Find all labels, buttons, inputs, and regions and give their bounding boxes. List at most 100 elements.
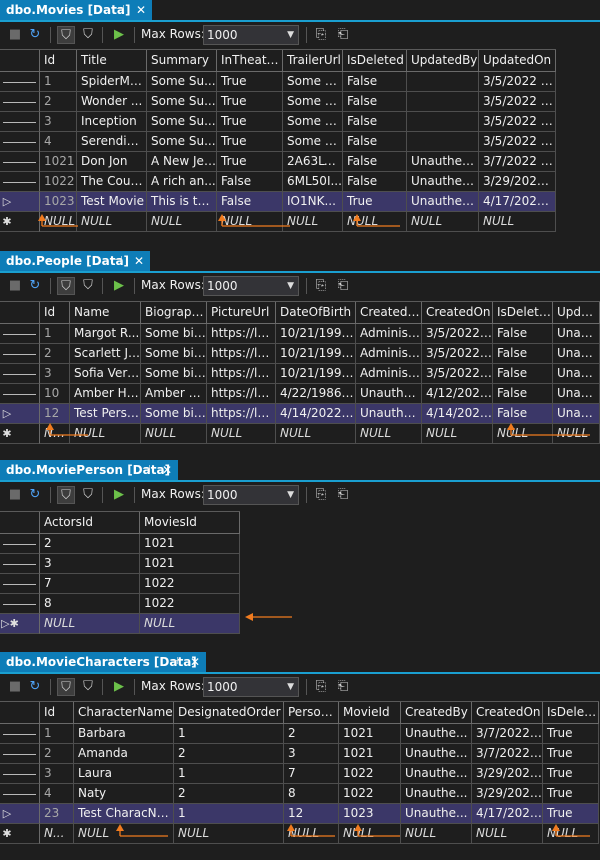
filter-icon[interactable]: ⛉ bbox=[79, 277, 97, 295]
table-cell[interactable]: Test Person bbox=[70, 404, 141, 424]
table-cell[interactable]: 10 bbox=[40, 384, 70, 404]
table-cell[interactable]: 10/21/1995 ... bbox=[276, 364, 356, 384]
table-cell[interactable]: False bbox=[343, 132, 407, 152]
table-cell[interactable]: Scarlett Jo... bbox=[70, 344, 141, 364]
null-cell[interactable]: NULL bbox=[141, 424, 207, 444]
column-header[interactable]: CreatedBy bbox=[401, 702, 472, 724]
table-cell[interactable]: The Coun... bbox=[77, 172, 147, 192]
table-cell[interactable] bbox=[407, 132, 479, 152]
table-cell[interactable]: 4/14/2022 1... bbox=[276, 404, 356, 424]
script-icon[interactable]: ⎘ bbox=[312, 486, 330, 504]
script-file-icon[interactable]: ⎗ bbox=[334, 486, 352, 504]
table-cell[interactable]: Unauthe... bbox=[401, 744, 472, 764]
stop-icon[interactable]: ■ bbox=[6, 486, 24, 504]
table-cell[interactable]: Some Tr... bbox=[283, 72, 343, 92]
column-header[interactable]: TrailerUrl bbox=[283, 50, 343, 72]
column-header[interactable]: Id bbox=[40, 702, 74, 724]
table-cell[interactable]: 3/5/2022 1... bbox=[479, 72, 556, 92]
table-cell[interactable]: 1023 bbox=[339, 804, 401, 824]
table-cell[interactable]: 3/5/2022 ... bbox=[422, 364, 493, 384]
table-cell[interactable]: 1021 bbox=[339, 724, 401, 744]
column-header[interactable]: CharacterName bbox=[74, 702, 174, 724]
table-cell[interactable]: Some Su... bbox=[147, 72, 217, 92]
table-cell[interactable]: Unauthe... bbox=[401, 804, 472, 824]
table-cell[interactable]: 1022 bbox=[339, 784, 401, 804]
table-cell[interactable]: 1021 bbox=[140, 554, 240, 574]
table-cell[interactable]: Unauthent... bbox=[407, 152, 479, 172]
table-cell[interactable]: True bbox=[217, 112, 283, 132]
table-cell[interactable]: True bbox=[543, 744, 599, 764]
close-icon[interactable]: ✕ bbox=[162, 460, 172, 480]
table-cell[interactable]: Amber L... bbox=[141, 384, 207, 404]
table-cell[interactable]: Wonder ... bbox=[77, 92, 147, 112]
stop-icon[interactable]: ■ bbox=[6, 277, 24, 295]
column-header[interactable]: PersonId bbox=[284, 702, 339, 724]
null-cell[interactable]: NULL bbox=[207, 424, 276, 444]
table-cell[interactable]: Some Su... bbox=[147, 112, 217, 132]
filter-toggle-icon[interactable]: ⛉ bbox=[57, 486, 75, 504]
filter-toggle-icon[interactable]: ⛉ bbox=[57, 277, 75, 295]
table-cell[interactable]: Some Tr... bbox=[283, 92, 343, 112]
table-cell[interactable]: True bbox=[543, 724, 599, 744]
table-cell[interactable]: 1 bbox=[174, 724, 284, 744]
table-cell[interactable]: False bbox=[343, 152, 407, 172]
column-header[interactable]: IsDeleted bbox=[343, 50, 407, 72]
table-cell[interactable]: 7 bbox=[40, 574, 140, 594]
table-cell[interactable]: 3/5/2022 1... bbox=[479, 92, 556, 112]
grid-corner[interactable] bbox=[0, 50, 40, 72]
table-cell[interactable]: Administ... bbox=[356, 364, 422, 384]
table-cell[interactable]: Some bio... bbox=[141, 404, 207, 424]
max-rows-select[interactable]: 1000 ▼ bbox=[203, 677, 299, 697]
table-cell[interactable]: 3 bbox=[40, 364, 70, 384]
table-cell[interactable]: 3/7/2022 1... bbox=[472, 724, 543, 744]
table-cell[interactable]: 1 bbox=[174, 804, 284, 824]
column-header[interactable]: ActorsId bbox=[40, 512, 140, 534]
row-header[interactable] bbox=[0, 784, 40, 804]
table-cell[interactable]: https://lo... bbox=[207, 324, 276, 344]
table-cell[interactable]: SpiderMa... bbox=[77, 72, 147, 92]
table-cell[interactable]: False bbox=[493, 364, 553, 384]
grid-corner[interactable] bbox=[0, 512, 40, 534]
table-cell[interactable]: 10/21/1995 ... bbox=[276, 324, 356, 344]
script-file-icon[interactable]: ⎗ bbox=[334, 678, 352, 696]
table-cell[interactable]: Some Su... bbox=[147, 92, 217, 112]
row-header[interactable] bbox=[0, 92, 40, 112]
column-header[interactable]: CreatedOn bbox=[472, 702, 543, 724]
table-cell[interactable]: Barbara bbox=[74, 724, 174, 744]
table-cell[interactable]: This is the... bbox=[147, 192, 217, 212]
table-cell[interactable]: Unauth bbox=[553, 384, 600, 404]
table-cell[interactable]: 1 bbox=[40, 72, 77, 92]
table-cell[interactable]: 3/7/2022 1... bbox=[472, 744, 543, 764]
refresh-icon[interactable]: ↻ bbox=[26, 277, 44, 295]
close-icon[interactable]: ✕ bbox=[190, 652, 200, 672]
row-header[interactable] bbox=[0, 724, 40, 744]
table-cell[interactable]: Sofia Verg... bbox=[70, 364, 141, 384]
pin-icon[interactable]: ⊣ bbox=[114, 251, 123, 271]
row-header[interactable] bbox=[0, 384, 40, 404]
document-tab[interactable]: dbo.MovieCharacters [Data] ⊣ ✕ bbox=[0, 652, 206, 672]
table-cell[interactable]: 3/29/2022 ... bbox=[479, 172, 556, 192]
table-cell[interactable] bbox=[407, 72, 479, 92]
table-cell[interactable]: https://lo... bbox=[207, 404, 276, 424]
max-rows-select[interactable]: 1000 ▼ bbox=[203, 25, 299, 45]
column-header[interactable]: MoviesId bbox=[140, 512, 240, 534]
table-cell[interactable]: 3 bbox=[40, 112, 77, 132]
table-cell[interactable]: 3/5/2022 ... bbox=[422, 324, 493, 344]
column-header[interactable]: UpdatedBy bbox=[407, 50, 479, 72]
column-header[interactable]: InTheaters bbox=[217, 50, 283, 72]
row-header[interactable] bbox=[0, 72, 40, 92]
column-header[interactable]: CreatedOn bbox=[422, 302, 493, 324]
grid-corner[interactable] bbox=[0, 302, 40, 324]
column-header[interactable]: Name bbox=[70, 302, 141, 324]
table-cell[interactable]: 4 bbox=[40, 132, 77, 152]
null-cell[interactable]: NULL bbox=[401, 824, 472, 844]
column-header[interactable]: Title bbox=[77, 50, 147, 72]
close-icon[interactable]: ✕ bbox=[134, 251, 144, 271]
table-cell[interactable]: 1022 bbox=[40, 172, 77, 192]
execute-icon[interactable]: ▶ bbox=[110, 26, 128, 44]
table-cell[interactable]: 3 bbox=[284, 744, 339, 764]
max-rows-select[interactable]: 1000 ▼ bbox=[203, 276, 299, 296]
table-cell[interactable]: 3/5/2022 1... bbox=[479, 132, 556, 152]
stop-icon[interactable]: ■ bbox=[6, 678, 24, 696]
row-header[interactable] bbox=[0, 112, 40, 132]
